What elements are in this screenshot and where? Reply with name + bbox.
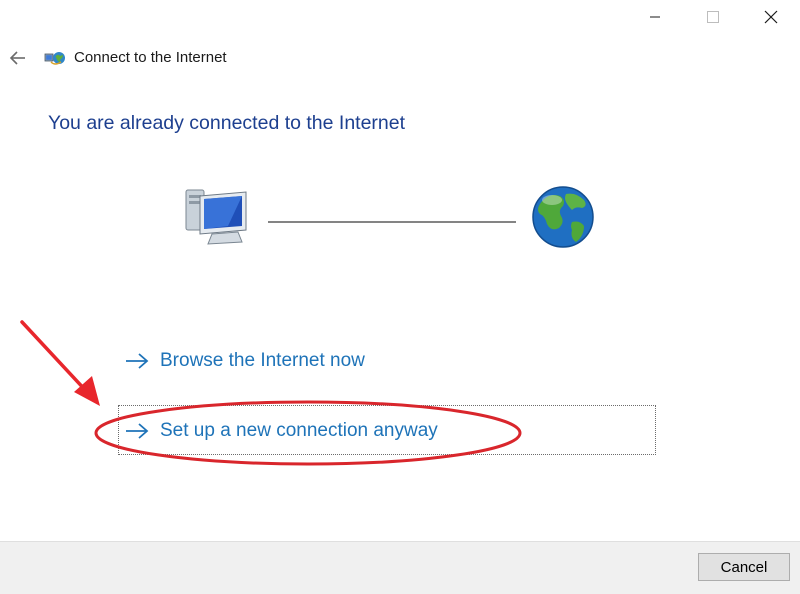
minimize-button[interactable] [626,0,684,34]
close-icon [764,10,778,24]
cancel-button[interactable]: Cancel [698,553,790,581]
maximize-button[interactable] [684,0,742,34]
maximize-icon [707,11,719,23]
wizard-title: Connect to the Internet [74,49,227,66]
browse-internet-link[interactable]: Browse the Internet now [124,344,365,378]
title-bar [0,0,800,34]
wizard-header: Connect to the Internet [0,40,800,76]
arrow-right-icon [124,422,150,440]
callout-arrow [20,320,100,406]
close-button[interactable] [742,0,800,34]
connection-diagram [185,186,594,248]
page-heading: You are already connected to the Interne… [48,112,406,134]
back-button[interactable] [4,44,32,72]
computer-icon [185,189,247,245]
browse-internet-label: Browse the Internet now [160,350,365,371]
arrow-right-icon [124,352,150,370]
minimize-icon [650,16,660,18]
back-arrow-icon [9,51,25,65]
footer-bar: Cancel [0,541,800,594]
new-connection-label: Set up a new connection anyway [160,420,438,441]
network-globe-icon [44,52,65,65]
new-connection-link[interactable]: Set up a new connection anyway [124,414,438,448]
annotation-overlay [20,320,522,466]
globe-icon [532,186,594,248]
